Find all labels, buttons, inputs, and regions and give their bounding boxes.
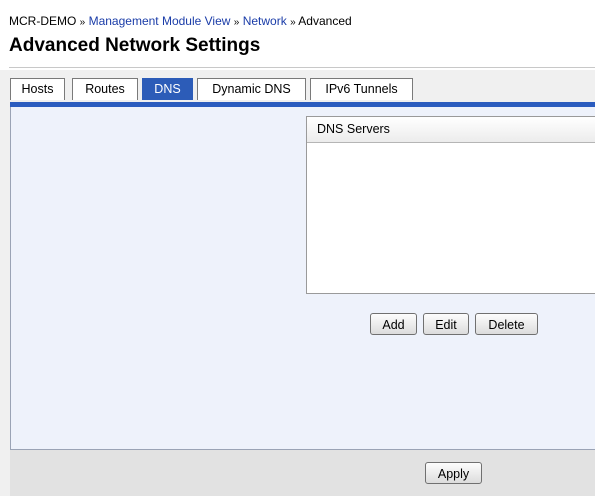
breadcrumb-separator: » [79,17,86,28]
dns-servers-header: DNS Servers [307,117,595,143]
apply-button[interactable]: Apply [425,462,482,484]
breadcrumb: MCR-DEMO » Management Module View » Netw… [9,14,352,28]
add-button[interactable]: Add [370,313,417,335]
footer-bar [10,450,595,496]
header-divider [9,67,595,68]
tab-dns[interactable]: DNS [142,78,193,100]
page-title: Advanced Network Settings [9,35,261,56]
tab-routes[interactable]: Routes [72,78,138,100]
edit-button[interactable]: Edit [423,313,469,335]
delete-button[interactable]: Delete [475,313,538,335]
breadcrumb-separator: » [290,17,296,28]
page-header: MCR-DEMO » Management Module View » Netw… [0,0,595,70]
tab-hosts[interactable]: Hosts [10,78,65,100]
breadcrumb-root: MCR-DEMO [9,14,77,28]
breadcrumb-link-network[interactable]: Network [243,14,287,28]
breadcrumb-current: Advanced [298,14,352,28]
breadcrumb-separator: » [233,17,240,28]
tab-dynamic-dns[interactable]: Dynamic DNS [197,78,306,100]
tab-ipv6-tunnels[interactable]: IPv6 Tunnels [310,78,413,100]
dns-servers-list[interactable]: DNS Servers [306,116,595,294]
breadcrumb-link-management-module-view[interactable]: Management Module View [89,14,231,28]
